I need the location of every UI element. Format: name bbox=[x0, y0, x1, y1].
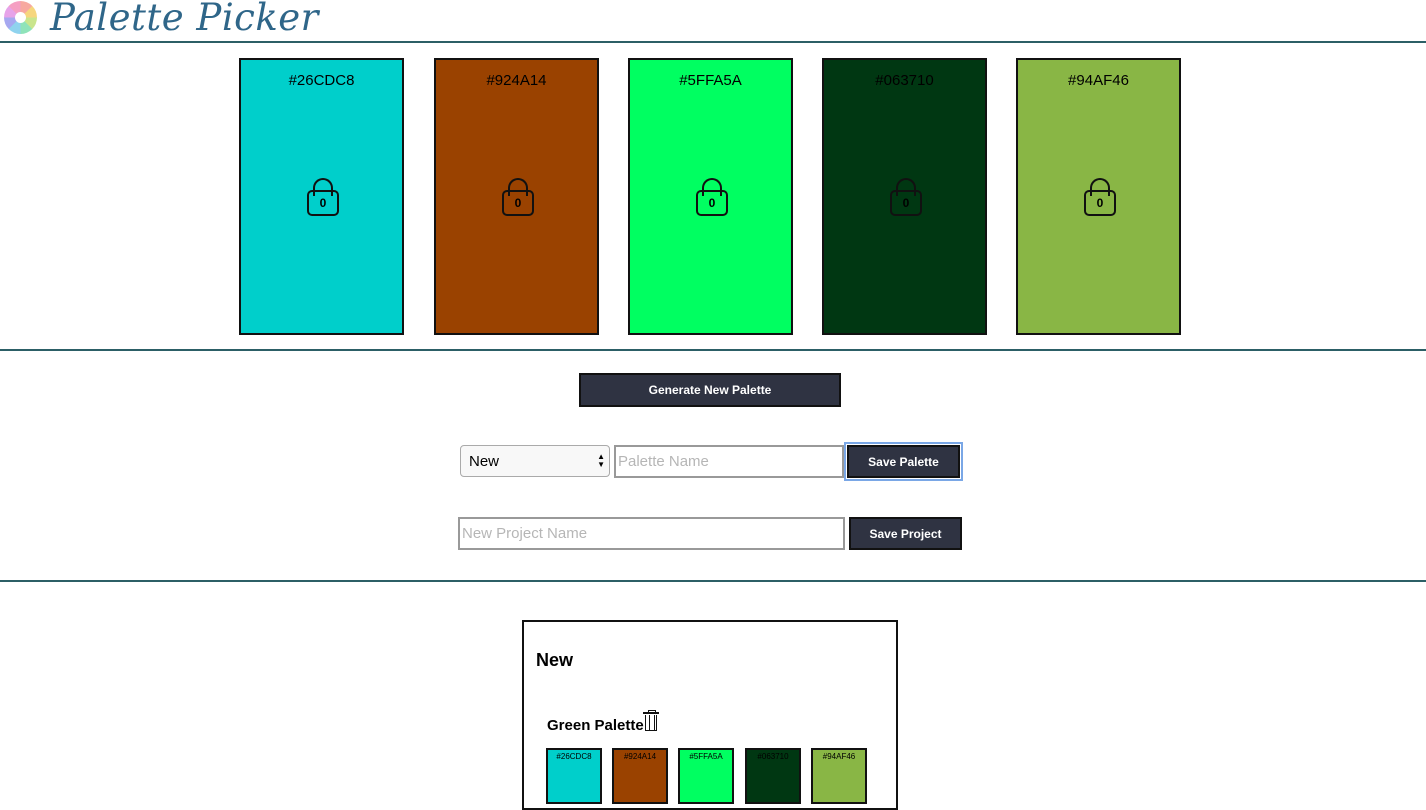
new-project-input[interactable]: New Project Name bbox=[458, 517, 845, 550]
swatch-hex-label: #924A14 bbox=[486, 72, 547, 89]
color-swatch: #26CDC8 0 bbox=[239, 58, 404, 335]
swatch-hex-label: #5FFA5A bbox=[679, 72, 742, 89]
color-swatch: #924A14 0 bbox=[434, 58, 599, 335]
swatches-divider bbox=[0, 349, 1426, 351]
unlock-icon[interactable]: 0 bbox=[696, 178, 728, 216]
trash-icon[interactable] bbox=[643, 710, 659, 732]
saved-swatch-hex: #924A14 bbox=[623, 752, 657, 761]
saved-swatch: #94AF46 bbox=[811, 748, 867, 804]
color-swatch: #063710 0 bbox=[822, 58, 987, 335]
lock-count: 0 bbox=[890, 190, 922, 216]
project-select-value: New bbox=[469, 452, 500, 470]
saved-swatch-hex: #94AF46 bbox=[822, 752, 856, 761]
lock-count: 0 bbox=[307, 190, 339, 216]
unlock-icon[interactable]: 0 bbox=[502, 178, 534, 216]
color-wheel-icon bbox=[4, 1, 37, 34]
lock-count: 0 bbox=[1084, 190, 1116, 216]
saved-swatch-hex: #5FFA5A bbox=[689, 752, 723, 761]
save-project-button[interactable]: Save Project bbox=[849, 517, 962, 550]
controls-divider bbox=[0, 580, 1426, 582]
unlock-icon[interactable]: 0 bbox=[890, 178, 922, 216]
project-name: New bbox=[536, 650, 574, 670]
page-title: Palette Picker bbox=[50, 0, 319, 39]
project-select[interactable]: New ▲ ▼ bbox=[460, 445, 610, 477]
generate-palette-button[interactable]: Generate New Palette bbox=[579, 373, 841, 407]
saved-palette-name[interactable]: Green Palette bbox=[547, 717, 644, 734]
project-card: New Green Palette #26CDC8 #924A14 #5FFA5… bbox=[522, 620, 898, 810]
swatch-hex-label: #94AF46 bbox=[1068, 72, 1129, 89]
unlock-icon[interactable]: 0 bbox=[1084, 178, 1116, 216]
select-arrows-icon: ▲ ▼ bbox=[597, 452, 605, 469]
color-swatch: #5FFA5A 0 bbox=[628, 58, 793, 335]
lock-count: 0 bbox=[696, 190, 728, 216]
swatch-hex-label: #063710 bbox=[875, 72, 934, 89]
color-swatch: #94AF46 0 bbox=[1016, 58, 1181, 335]
saved-swatch-hex: #063710 bbox=[757, 752, 789, 761]
swatch-hex-label: #26CDC8 bbox=[288, 72, 355, 89]
header-divider bbox=[0, 41, 1426, 43]
saved-swatch: #924A14 bbox=[612, 748, 668, 804]
saved-swatch: #063710 bbox=[745, 748, 801, 804]
saved-swatch: #5FFA5A bbox=[678, 748, 734, 804]
saved-swatch-hex: #26CDC8 bbox=[556, 752, 592, 761]
lock-count: 0 bbox=[502, 190, 534, 216]
save-palette-button[interactable]: Save Palette bbox=[844, 442, 963, 481]
palette-name-input[interactable]: Palette Name bbox=[614, 445, 844, 478]
app-header: Palette Picker bbox=[0, 0, 1426, 42]
saved-swatch: #26CDC8 bbox=[546, 748, 602, 804]
unlock-icon[interactable]: 0 bbox=[307, 178, 339, 216]
